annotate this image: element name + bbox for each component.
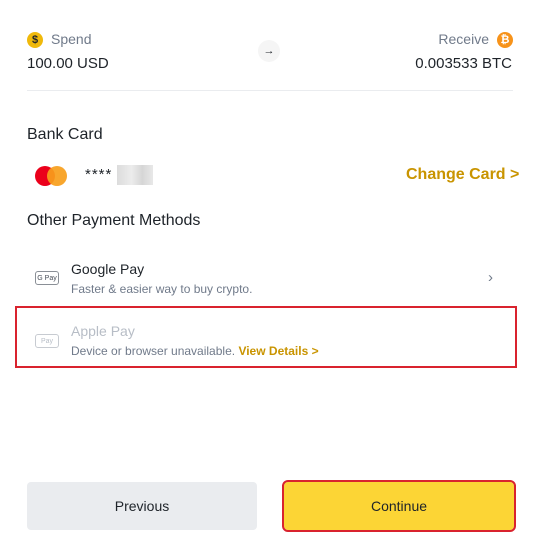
change-card-link[interactable]: Change Card > (406, 166, 519, 184)
bank-card-title: Bank Card (27, 126, 103, 143)
receive-amount: 0.003533 BTC (415, 55, 512, 72)
apple-pay-description: Device or browser unavailable. (71, 344, 236, 358)
chevron-right-icon[interactable]: › (488, 269, 493, 286)
bitcoin-coin-icon: ₿ (497, 32, 513, 48)
google-pay-icon: G Pay (35, 271, 59, 285)
card-number-mask: **** (85, 166, 113, 183)
continue-button[interactable]: Continue (282, 480, 516, 532)
arrow-right-icon: → (258, 40, 280, 62)
spend-amount: 100.00 USD (27, 55, 109, 72)
apple-pay-icon: Pay (35, 334, 59, 348)
dollar-coin-icon: $ (27, 32, 43, 48)
google-pay-description: Faster & easier way to buy crypto. (71, 282, 253, 296)
apple-pay-description-row: Device or browser unavailable. View Deta… (71, 344, 319, 358)
other-payment-methods-title: Other Payment Methods (27, 212, 201, 229)
divider (27, 90, 513, 91)
apple-pay-name: Apple Pay (71, 323, 135, 339)
google-pay-name: Google Pay (71, 261, 145, 277)
receive-label: Receive (438, 31, 489, 47)
card-number-redacted (117, 165, 153, 185)
mastercard-icon (35, 166, 67, 186)
view-details-link[interactable]: View Details > (238, 344, 318, 358)
spend-label: Spend (51, 31, 92, 47)
previous-button[interactable]: Previous (27, 482, 257, 530)
